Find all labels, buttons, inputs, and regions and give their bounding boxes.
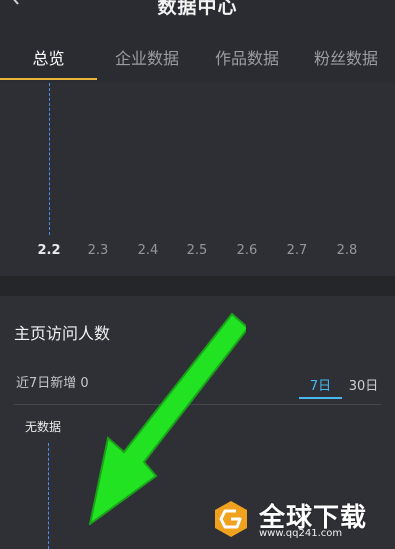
chart-marker-line [48, 443, 49, 549]
tab-overview[interactable]: 总览 [0, 34, 97, 80]
tab-works-data[interactable]: 作品数据 [197, 34, 297, 80]
x-tick-label[interactable]: 2.7 [287, 243, 308, 258]
visitors-subtitle: 近7日新增 0 [16, 376, 89, 391]
app-header: 数据中心 总览 企业数据 作品数据 粉丝数据 [0, 0, 395, 82]
tab-enterprise-data[interactable]: 企业数据 [97, 34, 197, 80]
empty-state-label: 无数据 [25, 420, 62, 434]
overview-chart-card: 2.2 2.3 2.4 2.5 2.6 2.7 2.8 [0, 82, 395, 276]
x-tick-label[interactable]: 2.6 [237, 243, 258, 258]
x-tick-label[interactable]: 2.5 [187, 243, 208, 258]
x-tick-label[interactable]: 2.4 [138, 243, 159, 258]
range-30d-button[interactable]: 30日 [342, 369, 385, 399]
tab-label: 作品数据 [214, 49, 279, 68]
range-selector: 7日 30日 [299, 369, 385, 399]
x-tick-label[interactable]: 2.8 [337, 243, 358, 258]
chart-marker-line [49, 83, 50, 235]
tab-fans-data[interactable]: 粉丝数据 [297, 34, 395, 80]
tab-label: 总览 [32, 49, 65, 68]
visitors-card: 主页访问人数 近7日新增 0 7日 30日 无数据 [0, 296, 395, 549]
visitors-title: 主页访问人数 [14, 324, 111, 343]
x-tick-label[interactable]: 2.2 [37, 243, 60, 258]
tab-bar: 总览 企业数据 作品数据 粉丝数据 [0, 34, 395, 80]
tab-label: 粉丝数据 [313, 49, 378, 68]
range-7d-button[interactable]: 7日 [299, 369, 342, 399]
divider [14, 404, 381, 405]
tab-label: 企业数据 [114, 49, 179, 68]
x-tick-label[interactable]: 2.3 [88, 243, 109, 258]
section-divider [0, 276, 395, 296]
chart-x-axis: 2.2 2.3 2.4 2.5 2.6 2.7 2.8 [27, 243, 373, 261]
page-title: 数据中心 [157, 0, 238, 18]
